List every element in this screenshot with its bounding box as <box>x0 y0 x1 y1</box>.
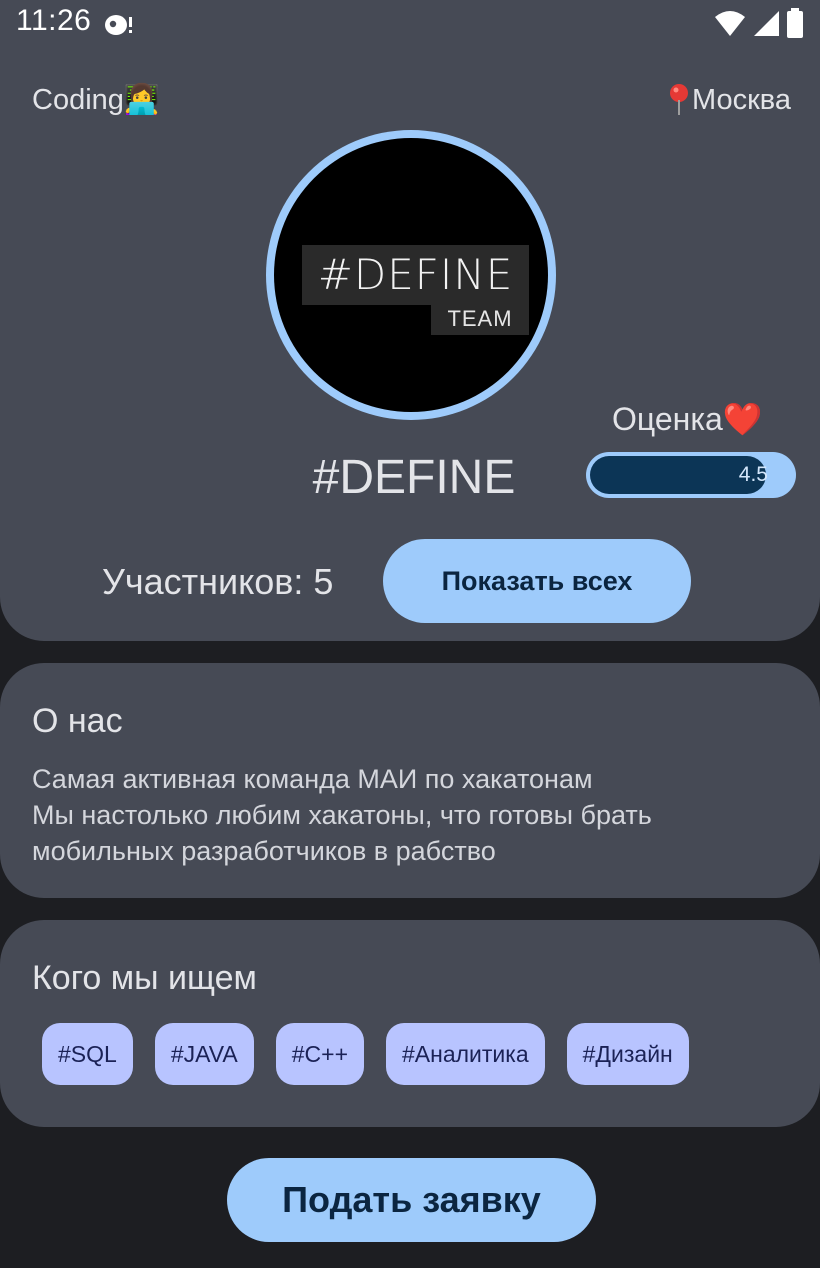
team-profile-screen: Coding👩‍💻 Москва #DEFINE TEAM Оценка❤️ 4… <box>0 0 820 1268</box>
rating-value: 4.5 <box>738 463 768 486</box>
skill-tag[interactable]: #SQL <box>42 1023 133 1085</box>
skill-tag[interactable]: #Дизайн <box>566 1023 689 1085</box>
seeking-title: Кого мы ищем <box>32 959 257 997</box>
status-notification-icon <box>105 15 132 35</box>
team-header-card: Coding👩‍💻 Москва #DEFINE TEAM Оценка❤️ 4… <box>0 0 820 641</box>
team-location: Москва <box>668 83 791 117</box>
about-text: Самая активная команда МАИ по хакатонам … <box>32 764 652 866</box>
team-category: Coding👩‍💻 <box>32 84 161 116</box>
status-bar: 11:26 <box>0 0 820 48</box>
members-count: Участников: 5 <box>102 561 334 602</box>
seeking-card: Кого мы ищем #SQL #JAVA #C++ #Аналитика … <box>0 920 820 1127</box>
battery-icon <box>787 8 803 38</box>
apply-button[interactable]: Подать заявку <box>227 1158 596 1242</box>
cell-signal-icon <box>754 11 779 36</box>
show-all-members-button[interactable]: Показать всех <box>383 539 691 623</box>
about-card: О нас Самая активная команда МАИ по хака… <box>0 663 820 898</box>
logo-sub-text: TEAM <box>431 303 529 335</box>
team-logo: #DEFINE TEAM <box>274 138 548 412</box>
skill-tag[interactable]: #C++ <box>275 1023 364 1085</box>
team-avatar: #DEFINE TEAM <box>266 130 556 420</box>
status-icons <box>714 8 804 38</box>
status-time: 11:26 <box>16 4 92 37</box>
rating-label: Оценка❤️ <box>612 401 763 437</box>
location-label: Москва <box>691 83 791 116</box>
rating-bar: 4.5 <box>586 452 796 498</box>
about-title: О нас <box>32 702 123 740</box>
wifi-icon <box>715 11 745 36</box>
map-pin-icon <box>669 84 688 115</box>
skill-tags: #SQL #JAVA #C++ #Аналитика #Дизайн <box>42 1023 689 1085</box>
team-name: #DEFINE <box>312 451 516 504</box>
skill-tag[interactable]: #Аналитика <box>386 1023 545 1085</box>
logo-main-text: #DEFINE <box>302 245 529 305</box>
skill-tag[interactable]: #JAVA <box>154 1023 254 1085</box>
